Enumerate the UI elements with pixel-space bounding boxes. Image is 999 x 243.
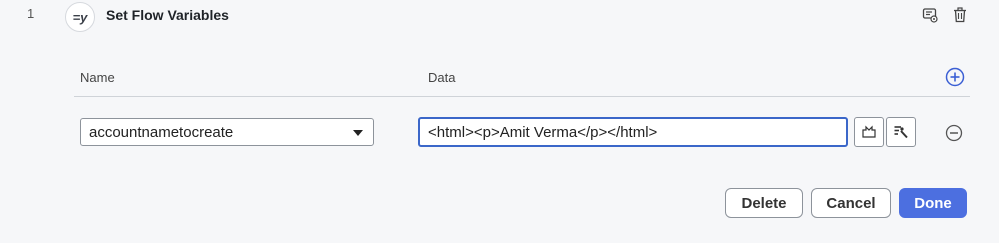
variable-name-select[interactable]: accountnametocreate (80, 118, 374, 146)
trash-icon[interactable] (951, 6, 969, 24)
flow-variable-icon: =y (65, 2, 95, 32)
variable-name-value: accountnametocreate (89, 123, 234, 141)
variable-data-input[interactable] (418, 117, 848, 147)
resource-picker-icon (894, 126, 908, 139)
column-header-data: Data (428, 70, 456, 85)
done-button[interactable]: Done (899, 188, 967, 218)
expression-icon (862, 125, 876, 138)
column-header-name: Name (80, 70, 115, 85)
delete-button[interactable]: Delete (725, 188, 803, 218)
cancel-button[interactable]: Cancel (811, 188, 891, 218)
remove-row-button[interactable] (945, 124, 963, 142)
expression-button[interactable] (854, 117, 884, 147)
resource-picker-button[interactable] (886, 117, 916, 147)
step-number: 1 (27, 6, 35, 21)
minus-circle-icon (945, 124, 963, 142)
plus-circle-icon (945, 67, 965, 87)
comment-settings-icon[interactable] (921, 6, 939, 24)
add-row-button[interactable] (945, 67, 965, 87)
chevron-down-icon (353, 130, 363, 136)
step-title: Set Flow Variables (106, 7, 229, 23)
header-divider (74, 96, 970, 97)
